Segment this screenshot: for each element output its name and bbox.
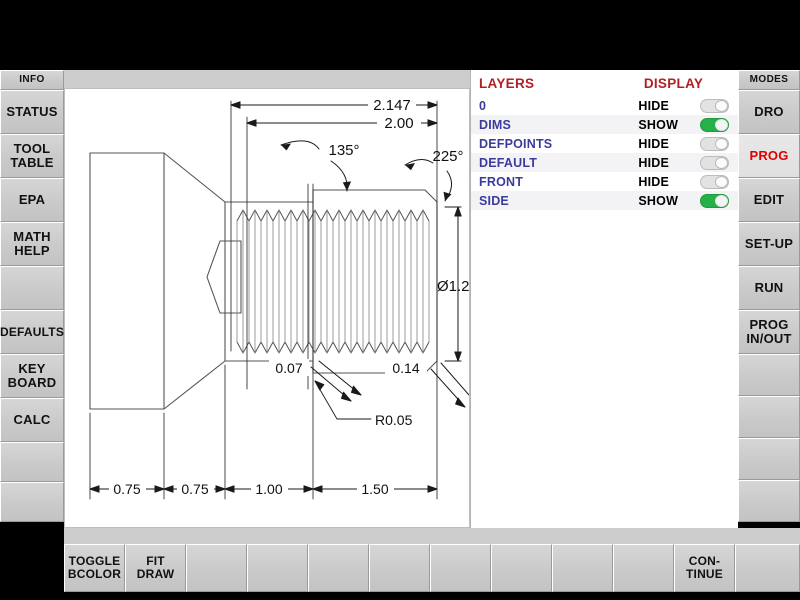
layer-toggle[interactable] [700, 193, 738, 208]
dim-radius: R0.05 [375, 412, 413, 428]
part-drawing-svg: 2.147 2.00 135° 225° Ø1.2 0.07 R0.05 0.1… [89, 96, 469, 500]
sidebar-item-epa[interactable]: EPA [0, 178, 64, 222]
layer-state: SHOW [638, 117, 679, 132]
layer-name: DEFPOINTS [479, 136, 553, 151]
tab-blank-1[interactable] [738, 354, 800, 396]
layers-panel: LAYERS DISPLAY 0 HIDE DIMS SHOW DEFPOINT… [470, 70, 738, 528]
tab-blank-2[interactable] [738, 396, 800, 438]
toggle-switch-off[interactable] [700, 98, 730, 113]
dim-angle-left: 135° [328, 142, 359, 159]
tab-run[interactable]: RUN [738, 266, 800, 310]
sidebar-item-calc[interactable]: CALC [0, 398, 64, 442]
bottom-toolbar: TOGGLE BCOLOR FIT DRAW CON- TINUE [64, 544, 800, 592]
sidebar-item-keyboard[interactable]: KEY BOARD [0, 354, 64, 398]
layer-row-1[interactable]: DIMS SHOW [471, 115, 738, 134]
layer-state: HIDE [638, 136, 670, 151]
tab-prog[interactable]: PROG [738, 134, 800, 178]
application-window: INFO STATUS TOOL TABLE EPA MATH HELP DEF… [0, 70, 800, 592]
dim-angle-right: 225° [432, 148, 463, 165]
sidebar-item-math-help[interactable]: MATH HELP [0, 222, 64, 266]
dim-base-1: 0.75 [113, 481, 140, 497]
layer-toggle[interactable] [700, 136, 738, 151]
tab-edit[interactable]: EDIT [738, 178, 800, 222]
dim-overall-lower: 2.00 [384, 115, 413, 132]
toolbar-button-6[interactable] [369, 544, 430, 592]
layer-row-0[interactable]: 0 HIDE [471, 96, 738, 115]
right-softkey-rail: MODES DRO PROG EDIT SET-UP RUN PROG IN/O… [738, 70, 800, 522]
dim-base-4: 1.50 [361, 481, 388, 497]
tab-blank-4[interactable] [738, 480, 800, 522]
layers-header-label: LAYERS [479, 75, 535, 91]
layer-toggle[interactable] [700, 155, 738, 170]
tab-set-up[interactable]: SET-UP [738, 222, 800, 266]
layer-name: DIMS [479, 117, 512, 132]
sidebar-item-status[interactable]: STATUS [0, 90, 64, 134]
toggle-knob [715, 99, 729, 112]
display-header-label: DISPLAY [643, 75, 704, 91]
layer-row-4[interactable]: FRONT HIDE [471, 172, 738, 191]
toolbar-button-5[interactable] [308, 544, 369, 592]
toggle-knob [715, 175, 729, 188]
toolbar-button-9[interactable] [552, 544, 613, 592]
tab-dro[interactable]: DRO [738, 90, 800, 134]
sidebar-item-blank-3[interactable] [0, 482, 64, 522]
toggle-knob [715, 194, 729, 207]
layer-state: HIDE [638, 155, 670, 170]
toolbar-button-8[interactable] [491, 544, 552, 592]
toggle-knob [715, 156, 729, 169]
toggle-switch-on[interactable] [700, 117, 730, 132]
dim-overall-upper: 2.147 [373, 97, 411, 114]
sidebar-item-blank-2[interactable] [0, 442, 64, 482]
layer-row-2[interactable]: DEFPOINTS HIDE [471, 134, 738, 153]
toggle-knob [715, 118, 729, 131]
toggle-switch-off[interactable] [700, 155, 730, 170]
layers-header-row: LAYERS DISPLAY [471, 70, 738, 96]
dim-chamfer-right: 0.14 [392, 360, 419, 376]
dim-base-3: 1.00 [255, 481, 282, 497]
tab-blank-3[interactable] [738, 438, 800, 480]
toolbar-button-12[interactable] [735, 544, 800, 592]
layer-state: HIDE [638, 98, 670, 113]
sidebar-item-blank-1[interactable] [0, 266, 64, 310]
sidebar-item-defaults[interactable]: DEFAULTS [0, 310, 64, 354]
dim-diameter: Ø1.2 [437, 278, 469, 295]
layer-row-5[interactable]: SIDE SHOW [471, 191, 738, 210]
layer-toggle[interactable] [700, 117, 738, 132]
continue-button[interactable]: CON- TINUE [674, 544, 735, 592]
dim-chamfer-left: 0.07 [275, 360, 302, 376]
toolbar-button-4[interactable] [247, 544, 308, 592]
cad-drawing-canvas[interactable]: 2.147 2.00 135° 225° Ø1.2 0.07 R0.05 0.1… [64, 88, 470, 528]
layer-name: FRONT [479, 174, 524, 189]
tab-prog-in-out[interactable]: PROG IN/OUT [738, 310, 800, 354]
layer-state: HIDE [638, 174, 670, 189]
layer-toggle[interactable] [700, 98, 738, 113]
toggle-knob [715, 137, 729, 150]
toggle-switch-off[interactable] [700, 136, 730, 151]
dim-base-2: 0.75 [181, 481, 208, 497]
right-rail-header: MODES [738, 70, 800, 90]
screen-root: INFO STATUS TOOL TABLE EPA MATH HELP DEF… [0, 0, 800, 600]
layer-name: 0 [479, 98, 487, 113]
layer-state: SHOW [638, 193, 679, 208]
toolbar-spacer [64, 528, 800, 544]
toolbar-button-10[interactable] [613, 544, 674, 592]
sidebar-item-tool-table[interactable]: TOOL TABLE [0, 134, 64, 178]
toggle-bcolor-button[interactable]: TOGGLE BCOLOR [64, 544, 125, 592]
layer-row-3[interactable]: DEFAULT HIDE [471, 153, 738, 172]
toggle-switch-off[interactable] [700, 174, 730, 189]
layer-toggle[interactable] [700, 174, 738, 189]
letterbox-top [0, 0, 800, 70]
toolbar-button-3[interactable] [186, 544, 247, 592]
layer-name: DEFAULT [479, 155, 538, 170]
fit-draw-button[interactable]: FIT DRAW [125, 544, 186, 592]
layer-name: SIDE [479, 193, 509, 208]
toggle-switch-on[interactable] [700, 193, 730, 208]
left-rail-header: INFO [0, 70, 64, 90]
left-softkey-rail: INFO STATUS TOOL TABLE EPA MATH HELP DEF… [0, 70, 64, 522]
toolbar-button-7[interactable] [430, 544, 491, 592]
